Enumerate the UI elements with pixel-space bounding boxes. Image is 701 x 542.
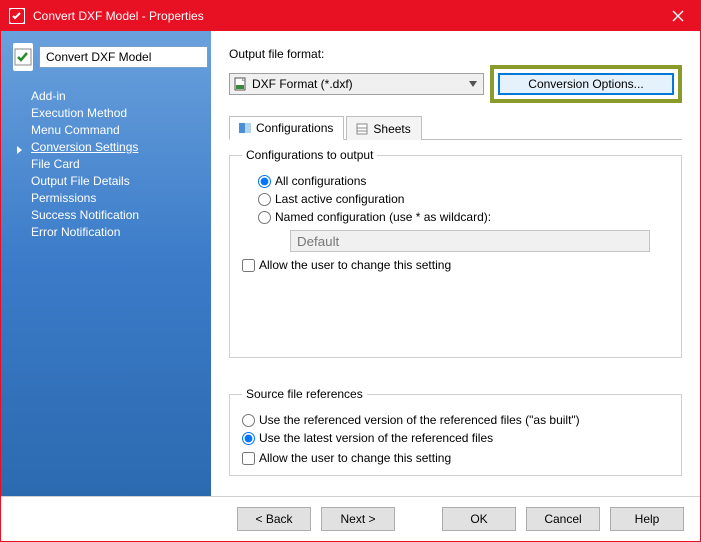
nav-output-file-details[interactable]: Output File Details bbox=[31, 174, 199, 188]
nav-success-notification[interactable]: Success Notification bbox=[31, 208, 199, 222]
output-format-value: DXF Format (*.dxf) bbox=[252, 77, 353, 91]
radio-all-configurations-input[interactable] bbox=[258, 175, 271, 188]
radio-referenced-version-input[interactable] bbox=[242, 414, 255, 427]
config-allow-change-checkbox[interactable] bbox=[242, 259, 255, 272]
config-allow-change[interactable]: Allow the user to change this setting bbox=[242, 258, 669, 272]
ok-button[interactable]: OK bbox=[442, 507, 516, 531]
tab-configurations[interactable]: Configurations bbox=[229, 116, 344, 140]
source-references-legend: Source file references bbox=[242, 387, 367, 401]
source-allow-change-checkbox[interactable] bbox=[242, 452, 255, 465]
nav-execution-method[interactable]: Execution Method bbox=[31, 106, 199, 120]
window-title: Convert DXF Model - Properties bbox=[33, 9, 655, 23]
source-references-group: Source file references Use the reference… bbox=[229, 387, 682, 476]
radio-named-configuration[interactable]: Named configuration (use * as wildcard): bbox=[258, 210, 669, 224]
tab-sheets[interactable]: Sheets bbox=[346, 116, 421, 140]
radio-latest-version-input[interactable] bbox=[242, 432, 255, 445]
back-button[interactable]: < Back bbox=[237, 507, 311, 531]
dxf-file-icon bbox=[234, 77, 248, 91]
nav-file-card[interactable]: File Card bbox=[31, 157, 199, 171]
dialog-body: Add-in Execution Method Menu Command Con… bbox=[1, 31, 700, 541]
nav-error-notification[interactable]: Error Notification bbox=[31, 225, 199, 239]
radio-latest-version[interactable]: Use the latest version of the referenced… bbox=[242, 431, 669, 445]
radio-last-active-label: Last active configuration bbox=[275, 192, 404, 206]
radio-latest-version-label: Use the latest version of the referenced… bbox=[259, 431, 493, 445]
close-button[interactable] bbox=[655, 1, 700, 31]
source-allow-change-label: Allow the user to change this setting bbox=[259, 451, 451, 465]
radio-named-configuration-label: Named configuration (use * as wildcard): bbox=[275, 210, 491, 224]
nav-permissions[interactable]: Permissions bbox=[31, 191, 199, 205]
nav-conversion-settings[interactable]: Conversion Settings bbox=[31, 140, 199, 154]
sidebar: Add-in Execution Method Menu Command Con… bbox=[1, 31, 211, 496]
task-header bbox=[13, 43, 199, 71]
main-area: Add-in Execution Method Menu Command Con… bbox=[1, 31, 700, 496]
footer: < Back Next > OK Cancel Help bbox=[1, 496, 700, 541]
configurations-legend: Configurations to output bbox=[242, 148, 377, 162]
named-configuration-input bbox=[290, 230, 650, 252]
help-button[interactable]: Help bbox=[610, 507, 684, 531]
nav-list: Add-in Execution Method Menu Command Con… bbox=[13, 89, 199, 239]
tab-bar: Configurations Sheets bbox=[229, 115, 682, 140]
cancel-button[interactable]: Cancel bbox=[526, 507, 600, 531]
nav-add-in[interactable]: Add-in bbox=[31, 89, 199, 103]
dropdown-icon bbox=[465, 76, 481, 92]
close-icon bbox=[672, 10, 684, 22]
conversion-options-button[interactable]: Conversion Options... bbox=[498, 73, 674, 95]
config-allow-change-label: Allow the user to change this setting bbox=[259, 258, 451, 272]
radio-referenced-version-label: Use the referenced version of the refere… bbox=[259, 413, 580, 427]
radio-named-configuration-input[interactable] bbox=[258, 211, 271, 224]
radio-referenced-version[interactable]: Use the referenced version of the refere… bbox=[242, 413, 669, 427]
spacer bbox=[229, 368, 682, 387]
output-format-select[interactable]: DXF Format (*.dxf) bbox=[229, 73, 484, 95]
content-panel: Output file format: DXF Format (*.dxf) C… bbox=[211, 31, 700, 496]
radio-all-configurations[interactable]: All configurations bbox=[258, 174, 669, 188]
tab-configurations-label: Configurations bbox=[256, 121, 333, 135]
nav-menu-command[interactable]: Menu Command bbox=[31, 123, 199, 137]
output-format-label: Output file format: bbox=[229, 47, 682, 61]
source-allow-change[interactable]: Allow the user to change this setting bbox=[242, 451, 669, 465]
task-name-input[interactable] bbox=[39, 46, 208, 68]
format-row: DXF Format (*.dxf) Conversion Options... bbox=[229, 65, 682, 103]
properties-dialog: Convert DXF Model - Properties Add-in Ex… bbox=[0, 0, 701, 542]
task-icon bbox=[13, 43, 33, 71]
sheets-icon bbox=[355, 122, 369, 136]
radio-all-configurations-label: All configurations bbox=[275, 174, 366, 188]
conversion-options-highlight: Conversion Options... bbox=[490, 65, 682, 103]
configurations-icon bbox=[238, 121, 252, 135]
configurations-group: Configurations to output All configurati… bbox=[229, 148, 682, 358]
tab-sheets-label: Sheets bbox=[373, 122, 410, 136]
titlebar: Convert DXF Model - Properties bbox=[1, 1, 700, 31]
radio-last-active-input[interactable] bbox=[258, 193, 271, 206]
app-icon bbox=[9, 8, 25, 24]
next-button[interactable]: Next > bbox=[321, 507, 395, 531]
radio-last-active[interactable]: Last active configuration bbox=[258, 192, 669, 206]
